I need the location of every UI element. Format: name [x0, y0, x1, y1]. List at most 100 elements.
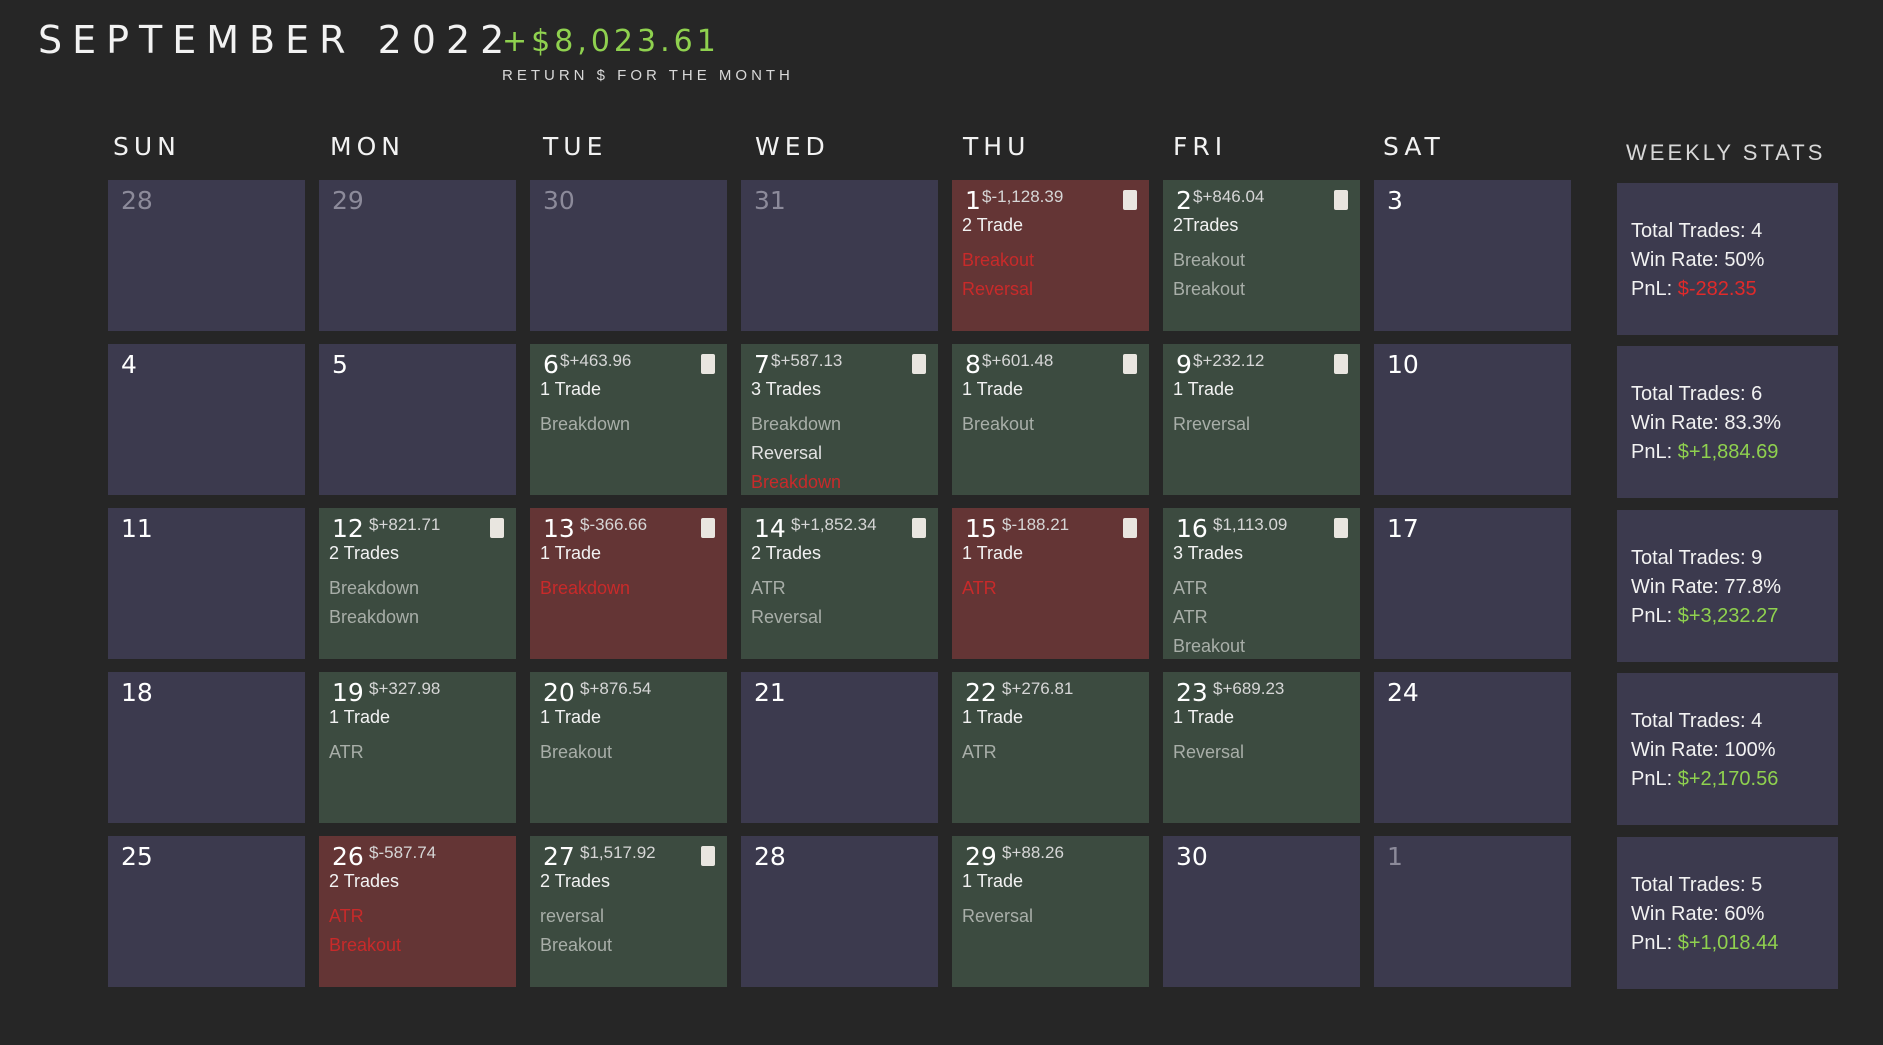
day-cell[interactable]: 17: [1374, 508, 1571, 659]
day-trade-count: 1 Trade: [1173, 707, 1235, 727]
setup-list: Breakout: [962, 410, 1034, 439]
day-cell[interactable]: 29 $+88.26 1 Trade Reversal: [952, 836, 1149, 987]
day-cell[interactable]: 24: [1374, 672, 1571, 823]
note-icon[interactable]: [1334, 518, 1348, 538]
setup-tag: Rreversal: [1173, 414, 1251, 434]
day-trade-count: 1 Trade: [1173, 379, 1235, 399]
day-number: 10: [1387, 350, 1419, 379]
note-icon[interactable]: [490, 518, 504, 538]
day-cell[interactable]: 31: [741, 180, 938, 331]
setup-tag: reversal: [540, 906, 605, 926]
day-cell[interactable]: 26 $-587.74 2 Trades ATR Breakout: [319, 836, 516, 987]
day-cell[interactable]: 20 $+876.54 1 Trade Breakout: [530, 672, 727, 823]
day-number: 1: [965, 186, 981, 215]
day-pnl: $1,517.92: [580, 843, 656, 862]
day-cell[interactable]: 21: [741, 672, 938, 823]
day-cell[interactable]: 1: [1374, 836, 1571, 987]
day-cell[interactable]: 28: [741, 836, 938, 987]
day-cell[interactable]: 9 $+232.12 1 Trade Rreversal: [1163, 344, 1360, 495]
pnl-label: PnL:: [1631, 441, 1678, 463]
day-cell[interactable]: 22 $+276.81 1 Trade ATR: [952, 672, 1149, 823]
pnl-label: PnL:: [1631, 768, 1678, 790]
note-icon[interactable]: [701, 846, 715, 866]
day-number: 20: [543, 678, 575, 707]
setup-list: Rreversal: [1173, 410, 1250, 439]
day-cell[interactable]: 30: [530, 180, 727, 331]
day-cell[interactable]: 25: [108, 836, 305, 987]
day-cell[interactable]: 18: [108, 672, 305, 823]
note-icon[interactable]: [1123, 354, 1137, 374]
day-number: 28: [121, 186, 153, 215]
weekly-total-trades: Total Trades: 4: [1631, 217, 1838, 246]
win-rate-label: Win Rate:: [1631, 739, 1725, 761]
setup-list: Breakdown: [540, 574, 630, 603]
pnl-value: $+3,232.27: [1677, 605, 1779, 627]
day-number: 29: [332, 186, 364, 215]
note-icon[interactable]: [701, 518, 715, 538]
day-cell[interactable]: 23 $+689.23 1 Trade Reversal: [1163, 672, 1360, 823]
day-pnl: $+876.54: [580, 679, 652, 698]
day-cell[interactable]: 30: [1163, 836, 1360, 987]
day-cell[interactable]: 6 $+463.96 1 Trade Breakdown: [530, 344, 727, 495]
note-icon[interactable]: [1334, 354, 1348, 374]
setup-list: Breakdown: [540, 410, 630, 439]
setup-tag: Breakout: [962, 250, 1035, 270]
day-number: 25: [121, 842, 153, 871]
pnl-value: $-282.35: [1677, 278, 1757, 300]
setup-tag: Reversal: [751, 607, 823, 627]
note-icon[interactable]: [701, 354, 715, 374]
note-icon[interactable]: [912, 518, 926, 538]
day-cell[interactable]: 10: [1374, 344, 1571, 495]
note-icon[interactable]: [1334, 190, 1348, 210]
day-cell[interactable]: 12 $+821.71 2 Trades Breakdown Breakdown: [319, 508, 516, 659]
day-cell[interactable]: 2 $+846.04 2Trades Breakout Breakout: [1163, 180, 1360, 331]
setup-tag: Breakdown: [540, 414, 631, 434]
day-number: 22: [965, 678, 997, 707]
win-rate-value: 50%: [1724, 249, 1765, 271]
day-number: 2: [1176, 186, 1192, 215]
day-trade-count: 2Trades: [1173, 215, 1239, 235]
day-number: 29: [965, 842, 997, 871]
day-cell[interactable]: 19 $+327.98 1 Trade ATR: [319, 672, 516, 823]
day-cell[interactable]: 8 $+601.48 1 Trade Breakout: [952, 344, 1149, 495]
note-icon[interactable]: [1123, 518, 1137, 538]
day-cell[interactable]: 28: [108, 180, 305, 331]
weekly-pnl: PnL: $+1,884.69: [1631, 438, 1838, 467]
weekly-stats-card: Total Trades: 5 Win Rate: 60% PnL: $+1,018…: [1617, 837, 1838, 989]
day-cell[interactable]: 11: [108, 508, 305, 659]
day-cell[interactable]: 3: [1374, 180, 1571, 331]
setup-list: ATR Breakout: [329, 902, 401, 960]
weekly-win-rate: Win Rate: 83.3%: [1631, 409, 1838, 438]
day-cell[interactable]: 1 $-1,128.39 2 Trade Breakout Reversal: [952, 180, 1149, 331]
setup-tag: ATR: [962, 742, 997, 762]
day-number: 24: [1387, 678, 1419, 707]
day-cell[interactable]: 7 $+587.13 3 Trades Breakdown Reversal Breakd…: [741, 344, 938, 495]
setup-list: Breakdown Breakdown: [329, 574, 419, 632]
setup-tag: Breakout: [540, 742, 613, 762]
weekly-win-rate: Win Rate: 77.8%: [1631, 573, 1838, 602]
dow-sun: SUN: [113, 132, 181, 161]
day-cell[interactable]: 29: [319, 180, 516, 331]
day-cell[interactable]: 16 $1,113.09 3 Trades ATR ATR Breakout: [1163, 508, 1360, 659]
setup-tag: Reversal: [962, 279, 1034, 299]
setup-tag: ATR: [329, 906, 364, 926]
day-cell[interactable]: 4: [108, 344, 305, 495]
pnl-label: PnL:: [1631, 605, 1678, 627]
note-icon[interactable]: [912, 354, 926, 374]
setup-tag: Breakout: [1173, 250, 1246, 270]
day-cell[interactable]: 5: [319, 344, 516, 495]
dow-mon: MON: [330, 132, 405, 161]
weekly-total-trades: Total Trades: 4: [1631, 707, 1838, 736]
day-number: 15: [965, 514, 997, 543]
month-title: SEPTEMBER 2022: [38, 18, 515, 62]
pnl-value: $+1,018.44: [1677, 932, 1779, 954]
day-number: 18: [121, 678, 153, 707]
day-cell[interactable]: 27 $1,517.92 2 Trades reversal Breakout: [530, 836, 727, 987]
day-pnl: $+689.23: [1213, 679, 1285, 698]
setup-list: Reversal: [1173, 738, 1244, 767]
total-trades-value: 9: [1751, 547, 1763, 569]
day-cell[interactable]: 15 $-188.21 1 Trade ATR: [952, 508, 1149, 659]
day-cell[interactable]: 13 $-366.66 1 Trade Breakdown: [530, 508, 727, 659]
note-icon[interactable]: [1123, 190, 1137, 210]
day-cell[interactable]: 14 $+1,852.34 2 Trades ATR Reversal: [741, 508, 938, 659]
